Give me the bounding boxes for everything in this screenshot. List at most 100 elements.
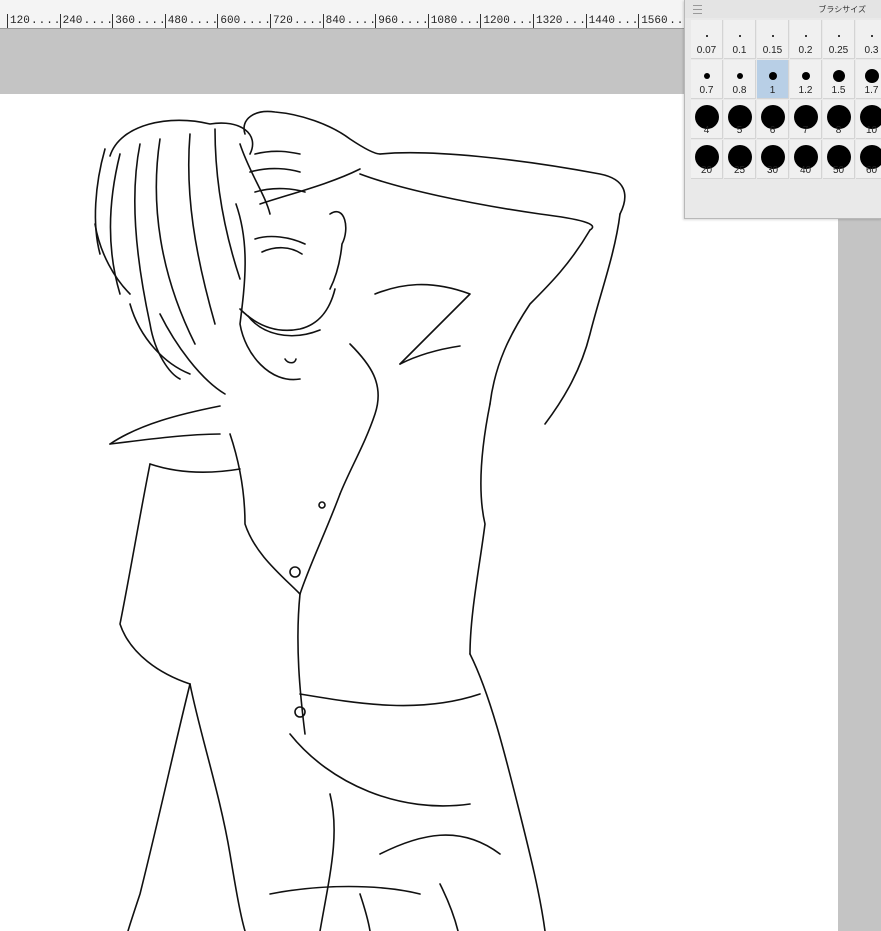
brush-size-label: 50 [832,165,845,176]
ruler-label: 1200 [483,15,510,27]
ruler-minor-dots: .... [241,15,272,27]
ruler-label: 960 [378,15,398,27]
ruler-label: 1080 [430,15,458,27]
ruler-major-tick [164,14,166,28]
ruler-minor-dots: ... [616,15,640,27]
brush-size-label: 0.7 [699,85,714,96]
brush-size-option[interactable]: 1.2 [790,60,822,99]
brush-size-option[interactable]: 8 [823,100,855,139]
brush-size-option[interactable]: 0.1 [724,20,756,59]
line-art-sketch [94,110,626,931]
ruler-minor-dots: .... [188,15,220,27]
ruler-label: 720 [273,15,293,27]
brush-size-label: 1.5 [831,85,846,96]
brush-size-label: 0.2 [798,45,813,56]
brush-size-dot-icon [705,35,708,37]
ruler-minor-dots: .... [399,15,430,27]
brush-size-option[interactable]: 30 [757,140,789,179]
brush-size-label: 6 [769,125,776,136]
ruler-label: 600 [220,15,241,27]
brush-size-option[interactable]: 7 [790,100,822,139]
ruler-major-tick [585,14,587,28]
brush-size-option[interactable]: 0.15 [757,20,789,59]
ruler-major-tick [375,14,377,28]
brush-size-label: 25 [733,165,746,176]
brush-size-option[interactable]: 0.7 [691,60,723,99]
brush-size-option[interactable]: 1 [757,60,789,99]
brush-size-option[interactable]: 50 [823,140,855,179]
brush-size-label: 60 [865,165,878,176]
brush-size-option[interactable]: 6 [757,100,789,139]
brush-size-panel: ブラシサイズ 0.07 0.1 0.15 0.2 0.25 0.3 0.7 0.8 1 1.2 1.… [684,0,881,219]
panel-title: ブラシサイズ [818,5,866,14]
drawing-paper[interactable] [0,94,838,931]
ruler-minor-dots: .... [31,15,62,27]
brush-size-option[interactable]: 0.8 [724,60,756,99]
ruler-major-tick [112,14,114,28]
brush-size-option[interactable]: 0.3 [856,20,881,59]
brush-size-dot-icon [736,73,743,79]
brush-size-label: 1 [769,85,776,96]
brush-size-dot-icon [801,72,810,80]
brush-size-dot-icon [768,72,777,80]
ruler-major-tick [59,14,61,28]
brush-size-label: 40 [799,165,812,176]
ruler-label: 480 [167,15,188,27]
brush-size-dot-icon [738,35,741,37]
ruler-minor-dots: .... [346,15,377,27]
brush-size-label: 10 [865,125,878,136]
brush-size-option[interactable]: 5 [724,100,756,139]
ruler-major-tick [217,14,219,28]
brush-size-label: 0.15 [762,45,783,56]
brush-size-grid: 0.07 0.1 0.15 0.2 0.25 0.3 0.7 0.8 1 1.2 1.5 1.7 4 5 6… [691,20,881,180]
brush-size-option[interactable]: 10 [856,100,881,139]
brush-size-label: 1.7 [864,85,879,96]
ruler-minor-dots: ... [511,15,535,27]
brush-size-label: 8 [835,125,842,136]
brush-size-label: 0.1 [732,45,747,56]
brush-size-option[interactable]: 1.5 [823,60,855,99]
ruler-minor-dots: .... [136,15,167,27]
hamburger-icon[interactable] [693,5,702,14]
brush-size-option[interactable]: 60 [856,140,881,179]
brush-size-dot-icon [703,73,710,79]
ruler-major-tick [270,14,271,28]
brush-size-dot-icon [771,35,774,37]
brush-size-label: 30 [766,165,779,176]
ruler-label: 840 [325,15,346,27]
brush-size-dot-icon [804,35,807,37]
brush-size-label: 5 [736,125,743,136]
ruler-label: 1440 [588,15,615,27]
ruler-major-tick [533,14,534,28]
ruler-label: 120 [10,15,30,27]
brush-size-label: 4 [703,125,710,136]
brush-size-option[interactable]: 0.07 [691,20,723,59]
brush-size-dot-icon [864,69,879,83]
brush-size-option[interactable]: 0.25 [823,20,855,59]
brush-size-option[interactable]: 4 [691,100,723,139]
panel-header[interactable]: ブラシサイズ [685,0,881,18]
brush-size-label: 0.8 [732,85,747,96]
ruler-minor-dots: ... [458,15,482,27]
ruler-label: 360 [115,15,135,27]
ruler-label: 240 [62,15,83,27]
ruler-major-tick [480,14,482,28]
ruler-label: 1560 [641,15,668,27]
brush-size-label: 0.07 [696,45,717,56]
brush-size-dot-icon [870,35,873,37]
brush-size-label: 1.2 [798,85,813,96]
brush-size-label: 0.3 [864,45,879,56]
brush-size-option[interactable]: 20 [691,140,723,179]
brush-size-option[interactable]: 40 [790,140,822,179]
ruler-minor-dots: ... [564,15,587,27]
ruler-major-tick [427,14,429,28]
canvas-margin [840,218,881,931]
brush-size-dot-icon [832,70,845,82]
brush-size-option[interactable]: 1.7 [856,60,881,99]
brush-size-label: 20 [700,165,713,176]
brush-size-label: 0.25 [828,45,849,56]
brush-size-label: 7 [802,125,809,136]
brush-size-dot-icon [837,35,840,37]
brush-size-option[interactable]: 25 [724,140,756,179]
brush-size-option[interactable]: 0.2 [790,20,822,59]
